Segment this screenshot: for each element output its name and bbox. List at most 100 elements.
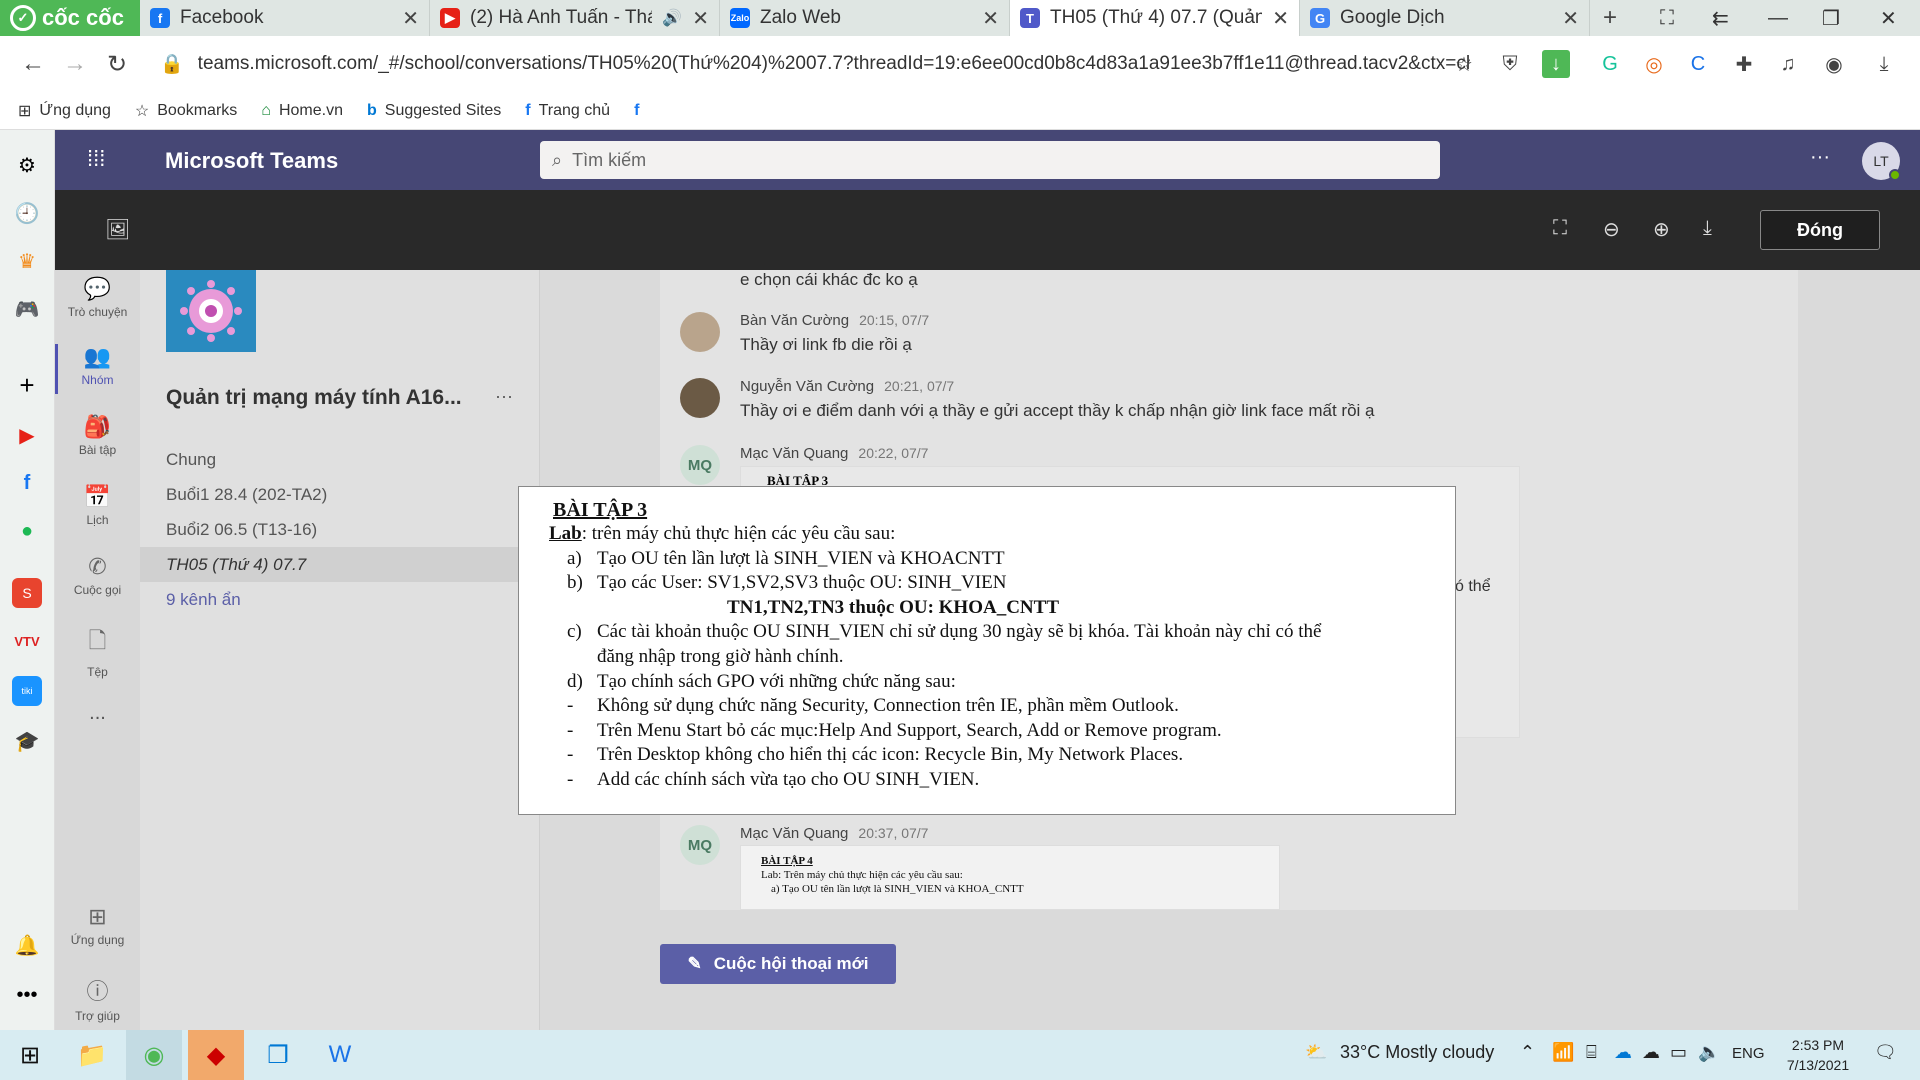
tiki-icon[interactable]: tiki <box>12 676 42 706</box>
bookmark-apps[interactable]: ⊞ Ứng dụng <box>18 101 111 121</box>
onedrive-icon[interactable]: ☁ <box>1614 1042 1632 1063</box>
weather-text[interactable]: 33°C Mostly cloudy <box>1340 1042 1494 1063</box>
rail-calls[interactable]: ✆ Cuộc gọi <box>55 554 140 597</box>
bookmark-star-icon[interactable]: ☆ <box>1450 50 1478 78</box>
screenshot-icon[interactable]: ⛶ <box>1660 0 1674 36</box>
download-icon[interactable]: ⤓ <box>1703 217 1712 240</box>
coccoc-menu-button[interactable]: ✓ cốc cốc <box>0 0 140 36</box>
language-indicator[interactable]: ENG <box>1732 1045 1765 1062</box>
wifi-icon[interactable]: 📶 <box>1552 1042 1574 1063</box>
rail-calendar[interactable]: 📅 Lịch <box>55 484 140 527</box>
notification-icon[interactable]: 🗨 <box>1874 1042 1897 1063</box>
back-arrows-icon[interactable]: ⇇ <box>1712 0 1729 36</box>
close-icon[interactable]: ✕ <box>982 6 999 31</box>
new-tab-button[interactable]: + <box>1590 0 1630 36</box>
gear-icon[interactable]: ⚙ <box>12 150 42 180</box>
restore-button[interactable]: ❐ <box>1822 0 1840 36</box>
coccoc-taskbar-icon[interactable]: ◉ <box>126 1030 182 1080</box>
bookmark-bookmarks[interactable]: ☆ Bookmarks <box>135 101 237 121</box>
spotify-icon[interactable]: ● <box>12 516 42 546</box>
close-icon[interactable]: ✕ <box>692 6 709 31</box>
avatar[interactable] <box>680 378 720 418</box>
shield-icon[interactable]: ⛨ <box>1496 50 1524 78</box>
vm-app-icon[interactable]: ❐ <box>250 1030 306 1080</box>
gamepad-icon[interactable]: 🎮 <box>12 294 42 324</box>
device-icon[interactable]: ⌸ <box>1586 1042 1597 1063</box>
bookmark-trang-chu[interactable]: f Trang chủ <box>525 102 610 120</box>
add-icon[interactable]: + <box>12 370 42 400</box>
new-conversation-button[interactable]: ✎ Cuộc hội thoại mới <box>660 944 896 984</box>
grammarly-icon[interactable]: G <box>1596 50 1624 78</box>
rail-chat[interactable]: 💬 Trò chuyện <box>55 276 140 319</box>
bookmark-suggested-sites[interactable]: b Suggested Sites <box>367 102 501 120</box>
chevron-up-icon[interactable]: ⌃ <box>1520 1042 1535 1063</box>
speaker-icon[interactable]: 🔊 <box>662 8 682 28</box>
cloud-icon[interactable]: ☁ <box>1642 1042 1660 1063</box>
bookmark-homevn[interactable]: ⌂ Home.vn <box>261 102 343 120</box>
vtv-icon[interactable]: VTV <box>12 626 42 656</box>
clock[interactable]: 2:53 PM 7/13/2021 <box>1778 1035 1858 1075</box>
close-icon[interactable]: ✕ <box>402 6 419 31</box>
avatar[interactable]: MQ <box>680 825 720 865</box>
tab-facebook[interactable]: f Facebook ✕ <box>140 0 430 36</box>
avatar[interactable]: LT <box>1862 142 1901 181</box>
windows-start-icon[interactable]: ⊞ <box>2 1030 58 1080</box>
minimize-button[interactable]: — <box>1768 0 1788 36</box>
avatar[interactable] <box>680 312 720 352</box>
facebook-icon[interactable]: f <box>12 468 42 498</box>
youtube-icon[interactable]: ▶ <box>12 420 42 450</box>
channel-item[interactable]: Buổi2 06.5 (T13-16) <box>166 520 317 540</box>
rail-help[interactable]: ⓘ Trợ giúp <box>55 974 140 1023</box>
avatar[interactable]: MQ <box>680 445 720 485</box>
tab-google-translate[interactable]: G Google Dịch ✕ <box>1300 0 1590 36</box>
channel-item[interactable]: Buổi1 28.4 (202-TA2) <box>166 485 327 505</box>
downloads-icon[interactable]: ⤓ <box>1870 50 1898 78</box>
word-app-icon[interactable]: W <box>312 1030 368 1080</box>
fit-screen-icon[interactable]: ⛶ <box>1553 217 1567 240</box>
team-more-button[interactable]: ··· <box>495 386 513 407</box>
tab-youtube[interactable]: ▶ (2) Hà Anh Tuấn - Thán 🔊 ✕ <box>430 0 720 36</box>
color-extension-icon[interactable]: ◎ <box>1640 50 1668 78</box>
more-icon[interactable]: ••• <box>12 980 42 1010</box>
download-extension-icon[interactable]: ↓ <box>1542 50 1570 78</box>
zoom-in-icon[interactable]: ⊕ <box>1653 217 1670 242</box>
profile-icon[interactable]: ◉ <box>1820 50 1848 78</box>
garena-icon[interactable]: ◆ <box>188 1030 244 1080</box>
rail-more[interactable]: ... <box>55 702 140 725</box>
rail-apps[interactable]: ⊞ Ứng dụng <box>55 904 140 947</box>
crown-icon[interactable]: ♛ <box>12 246 42 276</box>
history-icon[interactable]: 🕘 <box>12 198 42 228</box>
app-launcher-icon[interactable]: ⁞⁞⁞ <box>87 146 105 172</box>
close-icon[interactable]: ✕ <box>1562 6 1579 31</box>
channel-item[interactable]: Chung <box>166 450 216 470</box>
c-extension-icon[interactable]: C <box>1684 50 1712 78</box>
bell-icon[interactable]: 🔔 <box>12 930 42 960</box>
bookmark-facebook[interactable]: f <box>634 102 639 120</box>
tab-teams[interactable]: T TH05 (Thứ 4) 07.7 (Quản tr ✕ <box>1010 0 1300 36</box>
volume-icon[interactable]: 🔈 <box>1698 1042 1720 1063</box>
reload-button[interactable]: ↻ <box>96 50 138 79</box>
weather-icon[interactable]: ⛅ <box>1305 1042 1327 1063</box>
rail-teams[interactable]: 👥 Nhóm <box>55 344 140 394</box>
rail-files[interactable]: 🗋 Tệp <box>55 624 140 679</box>
close-viewer-button[interactable]: Đóng <box>1760 210 1880 250</box>
hidden-channels-link[interactable]: 9 kênh ẩn <box>166 590 241 610</box>
zoom-out-icon[interactable]: ⊖ <box>1603 217 1620 242</box>
url-bar[interactable]: 🔒 teams.microsoft.com/_#/school/conversa… <box>160 44 1470 84</box>
puzzle-icon[interactable]: ✚ <box>1730 50 1758 78</box>
close-window-button[interactable]: ✕ <box>1880 0 1897 36</box>
battery-icon[interactable]: ▭ <box>1670 1042 1687 1063</box>
music-queue-icon[interactable]: ♫ <box>1774 50 1802 78</box>
rail-assignments[interactable]: 🎒 Bài tập <box>55 414 140 457</box>
more-options-icon[interactable]: ··· <box>1810 146 1830 169</box>
tab-zalo[interactable]: Zalo Zalo Web ✕ <box>720 0 1010 36</box>
forward-button[interactable]: → <box>54 50 96 78</box>
graduation-cap-icon[interactable]: 🎓 <box>12 726 42 756</box>
search-input[interactable]: ⌕ Tìm kiếm <box>540 141 1440 179</box>
close-icon[interactable]: ✕ <box>1272 6 1289 31</box>
channel-item-active[interactable]: TH05 (Thứ 4) 07.7 <box>166 555 306 575</box>
file-explorer-icon[interactable]: 📁 <box>64 1030 120 1080</box>
image-attachment[interactable]: BÀI TẬP 4 Lab: Trên máy chủ thực hiện cá… <box>740 845 1280 910</box>
shopee-icon[interactable]: S <box>12 578 42 608</box>
back-button[interactable]: ← <box>12 50 54 78</box>
